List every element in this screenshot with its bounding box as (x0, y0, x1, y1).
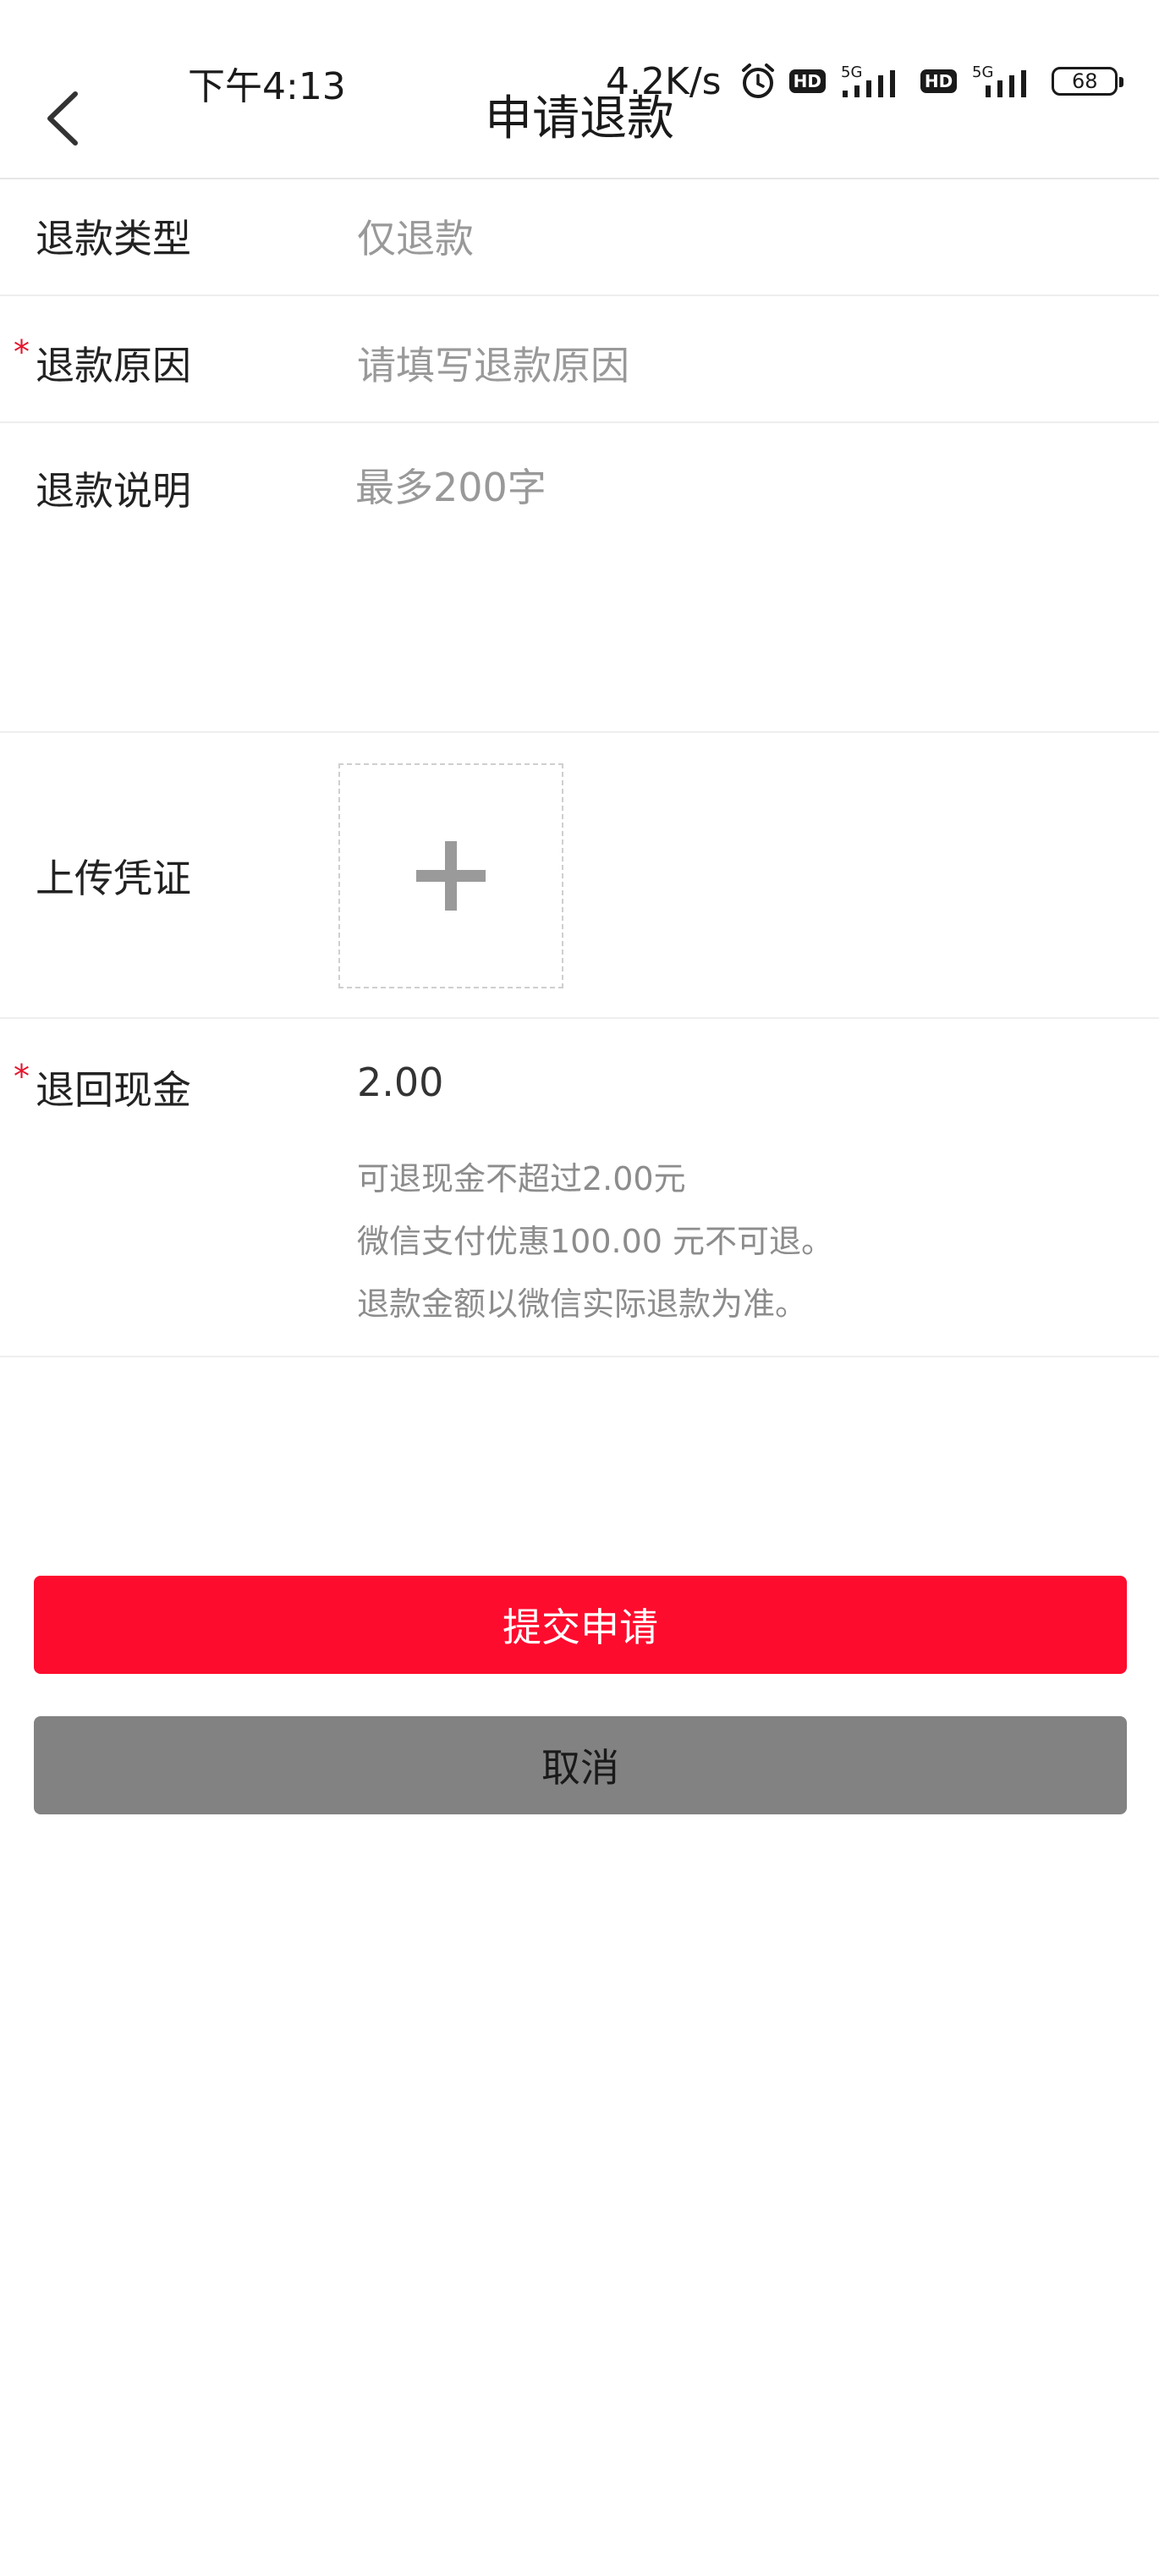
upload-label: 上传凭证 (36, 856, 191, 901)
svg-text:5G: 5G (972, 63, 993, 81)
plus-icon (416, 841, 486, 911)
row-refund-cash: * 退回现金 2.00 可退现金不超过2.00元 微信支付优惠100.00 元不… (0, 1019, 1159, 1357)
refund-type-label: 退款类型 (36, 216, 191, 261)
upload-button[interactable] (338, 763, 563, 988)
refund-cash-hint: 微信支付优惠100.00 元不可退。 (357, 1223, 834, 1260)
row-refund-note: 退款说明 (0, 423, 1159, 733)
refund-note-label: 退款说明 (36, 468, 191, 514)
refund-cash-amount[interactable]: 2.00 (357, 1060, 443, 1105)
refund-reason-label: 退款原因 (36, 343, 191, 388)
row-upload-proof: 上传凭证 (0, 733, 1159, 1019)
submit-button[interactable]: 提交申请 (34, 1576, 1127, 1674)
refund-reason-input[interactable]: 请填写退款原因 (357, 335, 629, 391)
refund-cash-hint: 可退现金不超过2.00元 (357, 1160, 686, 1197)
svg-text:5G: 5G (841, 63, 862, 81)
required-star: * (14, 333, 30, 371)
page-title: 申请退款 (485, 91, 674, 146)
row-refund-reason[interactable]: * 退款原因 请填写退款原因 (0, 296, 1159, 423)
cancel-button[interactable]: 取消 (34, 1716, 1127, 1814)
row-refund-type[interactable]: 退款类型 仅退款 (0, 179, 1159, 296)
refund-note-textarea[interactable] (355, 457, 1117, 711)
refund-cash-hint: 退款金额以微信实际退款为准。 (357, 1285, 808, 1323)
required-star: * (14, 1058, 30, 1095)
refund-type-value[interactable]: 仅退款 (357, 208, 474, 264)
refund-cash-label: 退回现金 (36, 1067, 191, 1113)
